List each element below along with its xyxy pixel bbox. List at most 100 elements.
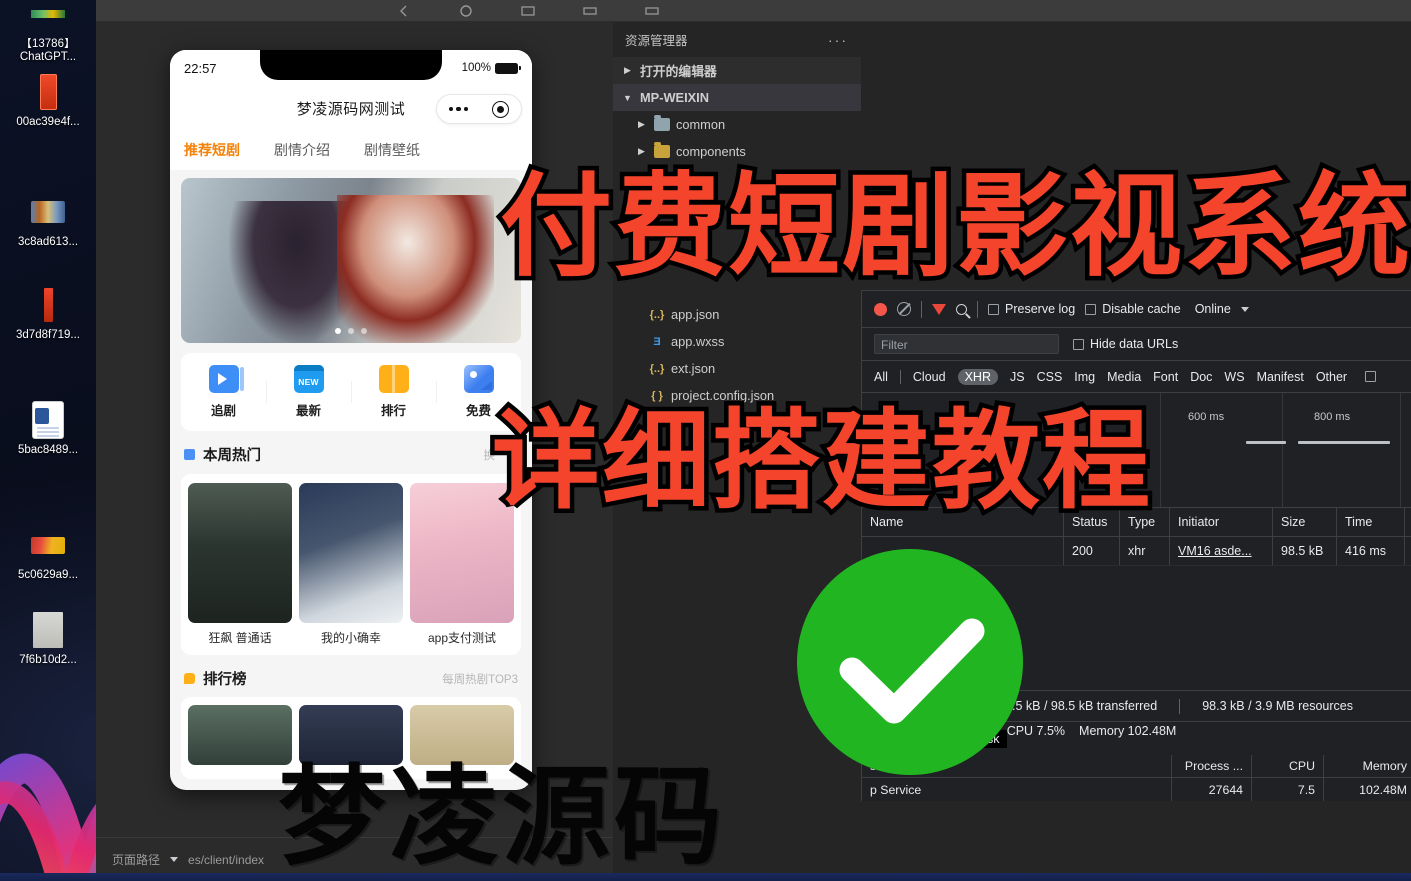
tab-recommended[interactable]: 推荐短剧 xyxy=(184,140,240,160)
target-circle-icon[interactable] xyxy=(492,100,510,118)
chevron-down-icon[interactable] xyxy=(1240,306,1249,312)
column-header-initiator[interactable]: Initiator xyxy=(1170,508,1273,536)
filter-input[interactable]: Filter xyxy=(874,334,1059,354)
extra-checkbox[interactable] xyxy=(1365,371,1377,382)
filter-img[interactable]: Img xyxy=(1074,370,1095,384)
explorer-folder-common[interactable]: ▶ common xyxy=(613,111,861,138)
filter-font[interactable]: Font xyxy=(1153,370,1178,384)
poster-thumbnail[interactable] xyxy=(410,705,514,765)
filter-media[interactable]: Media xyxy=(1107,370,1141,384)
section-header-hot: 本周热门 换一换 xyxy=(184,444,518,465)
record-button-icon[interactable] xyxy=(874,302,887,316)
refresh-icon[interactable] xyxy=(458,4,474,18)
list-item[interactable]: 狂飙 普通话 xyxy=(188,483,292,646)
network-timeline[interactable]: 600 ms 800 ms xyxy=(862,393,1411,508)
column-header-memory[interactable]: Memory xyxy=(1324,755,1411,777)
panel-split-icon[interactable] xyxy=(582,4,598,18)
desktop-icon[interactable]: 3d7d8f719... xyxy=(0,285,96,342)
explorer-root-mp-weixin[interactable]: ▼ MP-WEIXIN xyxy=(613,84,861,111)
explorer-file-app-json[interactable]: {..} app.json xyxy=(613,301,861,328)
poster-thumbnail xyxy=(299,483,403,623)
preserve-log-checkbox[interactable]: Preserve log xyxy=(988,302,1075,316)
divider xyxy=(921,300,922,318)
desktop-icon[interactable]: 5c0629a9... xyxy=(0,525,96,582)
column-header-status[interactable]: Status xyxy=(1064,508,1120,536)
column-header-size[interactable]: Size xyxy=(1273,508,1337,536)
quick-entry-free[interactable]: 免费 xyxy=(436,365,521,419)
checkbox-box[interactable] xyxy=(1073,338,1084,350)
table-row[interactable]: p Service 27644 7.5 102.48M 4 xyxy=(862,778,1411,801)
column-header-time[interactable]: Time xyxy=(1337,508,1405,536)
quick-entry-newest[interactable]: NEW 最新 xyxy=(266,365,351,419)
chevron-down-icon[interactable]: ▼ xyxy=(621,93,634,103)
filter-funnel-icon[interactable] xyxy=(932,303,946,315)
wechat-capsule[interactable] xyxy=(436,94,522,124)
hero-banner-carousel[interactable] xyxy=(181,178,521,343)
panel-layout-icon[interactable] xyxy=(520,4,536,18)
filter-xhr[interactable]: XHR xyxy=(957,368,998,385)
timeline-request-bar xyxy=(1246,441,1286,444)
list-item[interactable]: 我的小确幸 xyxy=(299,483,403,646)
quick-entry-ranking[interactable]: 排行 xyxy=(351,365,436,419)
checkbox-box[interactable] xyxy=(1085,303,1097,315)
category-tabs[interactable]: 推荐短剧 剧情介绍 剧情壁纸 xyxy=(170,130,532,170)
back-arrow-icon[interactable] xyxy=(396,4,412,18)
filter-manifest[interactable]: Manifest xyxy=(1257,370,1304,384)
panel-bottom-icon[interactable] xyxy=(644,4,660,18)
carousel-dots[interactable] xyxy=(335,328,367,334)
poster-thumbnail[interactable] xyxy=(299,705,403,765)
chevron-down-icon[interactable] xyxy=(170,857,179,862)
filter-js[interactable]: JS xyxy=(1010,370,1025,384)
chevron-right-icon[interactable]: ▶ xyxy=(635,119,648,130)
tab-plot-intro[interactable]: 剧情介绍 xyxy=(274,140,330,160)
desktop-icon[interactable]: 5bac8489... xyxy=(0,400,96,457)
poster-thumbnail[interactable] xyxy=(188,705,292,765)
desktop-icon[interactable]: 00ac39e4f... xyxy=(0,72,96,129)
phone-simulator[interactable]: 22:57 100% 梦凌源码网测试 推荐短剧 剧情介绍 剧情壁纸 追剧 NEW… xyxy=(170,50,532,790)
filter-all[interactable]: All xyxy=(874,370,888,384)
column-header-name[interactable]: Name xyxy=(862,508,1064,536)
quick-entry-label: 免费 xyxy=(465,404,491,418)
tab-plot-wallpaper[interactable]: 剧情壁纸 xyxy=(364,140,420,160)
bar-thumb-icon xyxy=(31,0,65,34)
disable-cache-checkbox[interactable]: Disable cache xyxy=(1085,302,1181,316)
desktop-icon[interactable]: 【13786】ChatGPT... xyxy=(0,0,96,64)
chevron-right-icon[interactable]: ▶ xyxy=(621,65,634,76)
explorer-file-app-wxss[interactable]: Ǝ app.wxss xyxy=(613,328,861,355)
page-path-label: 页面路径 xyxy=(112,853,161,867)
desktop-icon[interactable]: 3c8ad613... xyxy=(0,192,96,249)
column-header-waterfall[interactable]: W xyxy=(1405,508,1411,536)
timeline-request-bar xyxy=(1298,441,1390,444)
hide-data-urls-checkbox[interactable]: Hide data URLs xyxy=(1073,337,1178,351)
section-header-ranking: 排行榜 每周热剧TOP3 xyxy=(184,668,518,689)
cell-status: 200 xyxy=(1064,537,1120,565)
quick-entry-chase[interactable]: 追剧 xyxy=(181,365,266,419)
column-header-type[interactable]: Type xyxy=(1120,508,1170,536)
explorer-file-project-config[interactable]: { } project.config.json xyxy=(613,382,861,409)
explorer-open-editors[interactable]: ▶ 打开的编辑器 xyxy=(613,57,861,84)
chevron-right-icon[interactable]: ▶ xyxy=(635,146,648,157)
throttling-select[interactable]: Online xyxy=(1195,302,1231,316)
filter-doc[interactable]: Doc xyxy=(1190,370,1212,384)
desktop-icon[interactable]: 7f6b10d2... xyxy=(0,610,96,667)
checkbox-box[interactable] xyxy=(988,303,999,315)
more-dots-icon[interactable] xyxy=(448,106,469,112)
column-header-process[interactable]: Process ... xyxy=(1172,755,1252,777)
explorer-file-ext-json[interactable]: {..} ext.json xyxy=(613,355,861,382)
search-icon[interactable] xyxy=(956,303,967,315)
explorer-hidden-rows-spacer xyxy=(613,165,861,301)
filter-ws[interactable]: WS xyxy=(1224,370,1244,384)
filter-css[interactable]: CSS xyxy=(1037,370,1063,384)
explorer-more-icon[interactable]: ··· xyxy=(828,32,848,48)
quick-entry-grid[interactable]: 追剧 NEW 最新 排行 免费 xyxy=(181,353,521,431)
explorer-folder-components[interactable]: ▶ components xyxy=(613,138,861,165)
clear-icon[interactable] xyxy=(897,302,911,316)
desktop-icon-label: 5c0629a9... xyxy=(17,569,79,581)
desktop-icon-label: 00ac39e4f... xyxy=(16,116,80,128)
filter-cloud[interactable]: Cloud xyxy=(913,370,946,384)
section-refresh-link[interactable]: 换一换 xyxy=(484,447,519,463)
list-item[interactable]: app支付测试 xyxy=(410,483,514,646)
cell-initiator-link[interactable]: VM16 asde... xyxy=(1178,544,1252,558)
column-header-cpu[interactable]: CPU xyxy=(1252,755,1324,777)
filter-other[interactable]: Other xyxy=(1316,370,1347,384)
